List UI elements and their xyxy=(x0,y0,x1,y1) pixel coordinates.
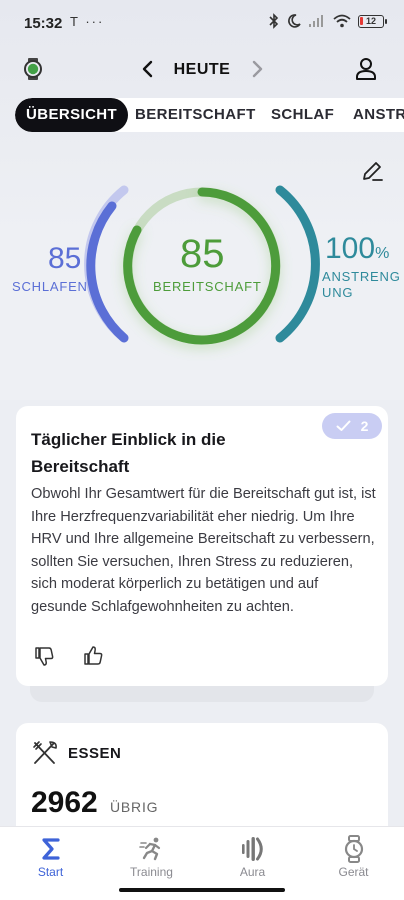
watch-icon xyxy=(344,835,364,863)
status-left-icons: T ··· xyxy=(70,14,104,29)
readiness-score[interactable]: 85 xyxy=(180,232,225,277)
battery-level: 12 xyxy=(365,15,376,26)
insight-title: Täglicher Einblick in die Bereitschaft xyxy=(31,430,226,476)
runner-icon xyxy=(139,837,161,861)
strain-label-line2: UNG xyxy=(322,285,354,300)
thumbs-up-icon[interactable] xyxy=(83,645,105,667)
strain-value: 100 xyxy=(325,232,376,265)
sleep-score[interactable]: 85 xyxy=(48,242,81,276)
aura-icon xyxy=(242,837,263,861)
strain-arc xyxy=(275,185,320,343)
bluetooth-icon xyxy=(269,13,279,29)
tab-readiness[interactable]: BEREITSCHAFT xyxy=(135,98,256,132)
moon-icon xyxy=(288,14,301,28)
insight-badge-count: 2 xyxy=(360,418,369,434)
essen-value: 2962 xyxy=(31,786,98,819)
chevron-right-icon[interactable] xyxy=(247,56,267,82)
nav-geraet[interactable]: Gerät xyxy=(303,827,404,887)
strain-label-line1: ANSTRENG xyxy=(322,269,401,284)
edit-icon[interactable] xyxy=(361,160,383,182)
nav-aura-label: Aura xyxy=(239,865,266,879)
nav-start-label: Start xyxy=(37,865,64,879)
profile-icon[interactable] xyxy=(354,56,378,82)
essen-title: ESSEN xyxy=(68,745,122,762)
sigma-icon xyxy=(42,838,60,860)
insight-body: Obwohl Ihr Gesamtwert für die Bereitscha… xyxy=(31,486,376,615)
status-right-icons: 12 xyxy=(268,13,387,29)
more-icon: ··· xyxy=(85,14,105,29)
watch-status-icon[interactable] xyxy=(22,58,44,80)
battery-fill xyxy=(360,16,363,25)
nav-aura[interactable]: Aura xyxy=(202,827,303,887)
signal-icon xyxy=(309,15,323,27)
wifi-icon xyxy=(333,14,351,28)
check-icon xyxy=(336,420,351,431)
thumbs-down-icon[interactable] xyxy=(34,645,56,667)
tesla-icon: T xyxy=(70,14,80,29)
fork-knife-icon xyxy=(33,741,57,764)
tab-sleep[interactable]: SCHLAF xyxy=(271,98,334,132)
essen-unit: ÜBRIG xyxy=(110,799,159,815)
nav-geraet-label: Gerät xyxy=(338,865,369,879)
date-label[interactable]: HEUTE xyxy=(162,61,242,79)
readiness-label: BEREITSCHAFT xyxy=(153,279,262,294)
insight-badge[interactable]: 2 xyxy=(322,413,382,439)
strain-score[interactable]: 100% xyxy=(325,232,389,266)
nav-training[interactable]: Training xyxy=(101,827,202,887)
sleep-label: SCHLAFEN xyxy=(12,279,88,294)
section-tabs: ÜBERSICHT BEREITSCHAFT SCHLAF ANSTRENGUN… xyxy=(15,98,404,132)
home-indicator xyxy=(119,888,285,892)
app-header: HEUTE xyxy=(0,50,404,90)
strain-label: ANSTRENG UNG xyxy=(322,269,401,301)
nav-start[interactable]: Start xyxy=(0,827,101,887)
strain-unit: % xyxy=(375,245,390,262)
status-time: 15:32 xyxy=(24,15,63,32)
battery-indicator: 12 xyxy=(358,14,387,28)
nav-training-label: Training xyxy=(130,865,173,879)
status-bar: 15:32 T ··· 12 xyxy=(0,0,404,44)
tab-overview[interactable]: ÜBERSICHT xyxy=(15,98,129,132)
tab-strain[interactable]: ANSTRENGUNG xyxy=(353,98,404,132)
chevron-left-icon[interactable] xyxy=(138,56,158,82)
sleep-arc xyxy=(86,201,129,343)
